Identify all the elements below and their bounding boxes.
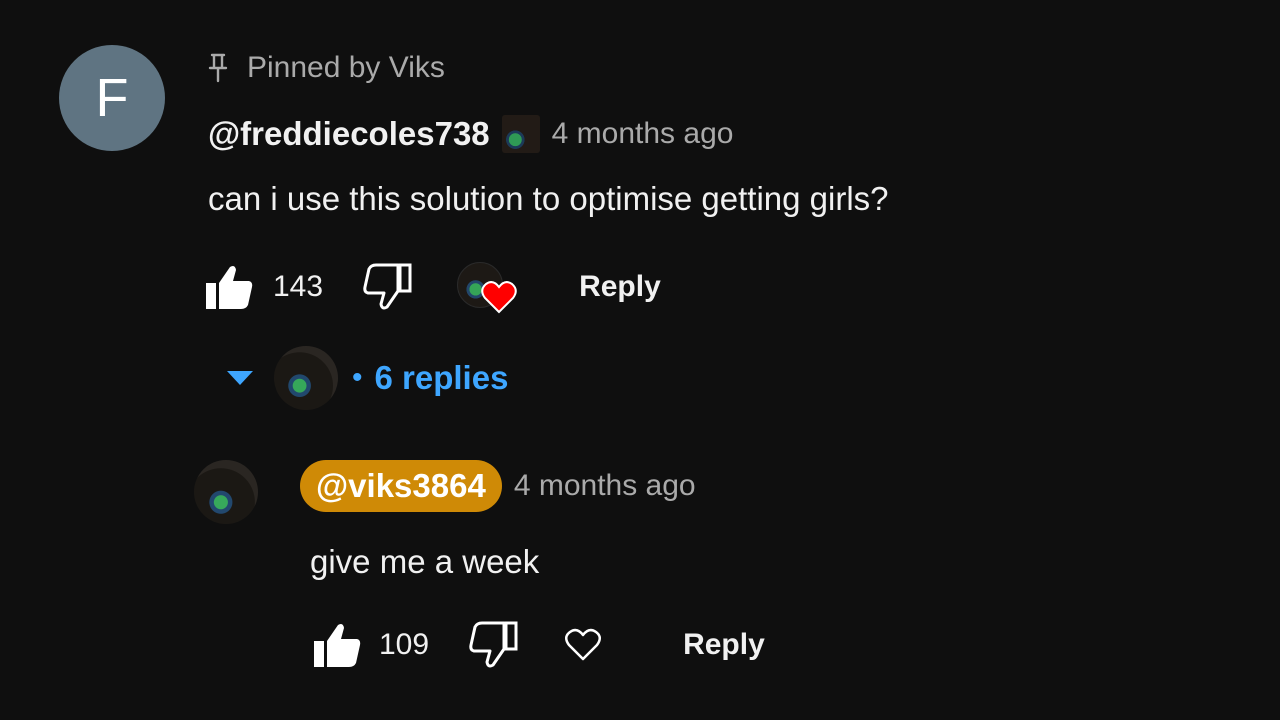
- profile-badge-icon: [501, 115, 540, 153]
- separator-dot: •: [352, 361, 363, 394]
- thumbs-down-icon: [363, 263, 412, 310]
- like-count: 143: [273, 270, 324, 303]
- reply-dislike-button[interactable]: [467, 619, 519, 671]
- thumbs-up-icon: [314, 624, 361, 667]
- reply-like-count: 109: [379, 628, 430, 661]
- reply-text: give me a week: [310, 543, 540, 580]
- reply-heart-button[interactable]: [563, 625, 603, 665]
- creator-avatar-small: [274, 346, 338, 410]
- reply-button[interactable]: Reply: [579, 270, 661, 304]
- comment-header: @freddiecoles738 4 months ago: [208, 115, 733, 153]
- replies-toggle[interactable]: • 6 replies: [226, 346, 508, 410]
- comment-actions: 143 Reply: [203, 258, 661, 316]
- reply-timestamp[interactable]: 4 months ago: [514, 469, 696, 503]
- reply-like-button[interactable]: [311, 619, 363, 671]
- thumbs-up-icon: [206, 266, 253, 309]
- reply-author-avatar[interactable]: [194, 460, 258, 524]
- creator-author-chip[interactable]: @viks3864: [300, 460, 502, 512]
- comments-page: F Pinned by Viks @freddiecoles738 4 mont…: [0, 0, 1280, 720]
- caret-down-icon: [227, 371, 253, 385]
- reply-reply-button[interactable]: Reply: [683, 628, 765, 662]
- comment-text: can i use this solution to optimise gett…: [208, 180, 889, 217]
- heart-outline-icon: [565, 628, 602, 661]
- reply-header: @viks3864 4 months ago: [300, 460, 696, 512]
- like-button[interactable]: [203, 261, 255, 313]
- comment-timestamp[interactable]: 4 months ago: [552, 117, 734, 151]
- pin-icon: [207, 53, 229, 83]
- avatar-letter: F: [95, 68, 129, 128]
- pinned-indicator: Pinned by Viks: [207, 51, 445, 85]
- comment-author[interactable]: @freddiecoles738: [208, 115, 490, 153]
- dislike-button[interactable]: [361, 261, 413, 313]
- commenter-avatar[interactable]: F: [59, 45, 165, 151]
- pinned-label: Pinned by Viks: [247, 51, 445, 84]
- heart-icon: [481, 281, 517, 314]
- replies-count-label: 6 replies: [374, 359, 509, 396]
- thumbs-down-icon: [469, 621, 518, 668]
- reply-actions: 109 Reply: [311, 619, 765, 671]
- creator-heart-badge: [457, 258, 517, 316]
